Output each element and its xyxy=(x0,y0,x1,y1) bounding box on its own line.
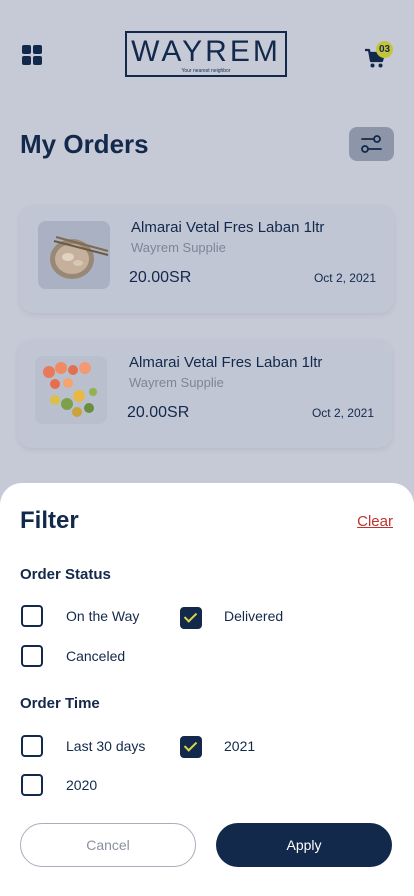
order-status-title: Order Status xyxy=(20,566,111,583)
option-label: Last 30 days xyxy=(66,738,146,754)
logo-tagline: Your nearest neighbor xyxy=(181,68,231,74)
checkbox-checked[interactable] xyxy=(180,607,202,629)
orders-screen: WAYREM Your nearest neighbor 03 My Order… xyxy=(0,0,414,896)
item-name: Almarai Vetal Fres Laban 1ltr xyxy=(131,219,325,236)
order-date: Oct 2, 2021 xyxy=(313,271,376,285)
checkbox[interactable] xyxy=(21,735,43,757)
product-image xyxy=(38,221,110,289)
apply-button[interactable]: Apply xyxy=(216,823,392,867)
checkbox-checked[interactable] xyxy=(180,736,202,758)
item-supplier: Wayrem Supplie xyxy=(129,375,224,390)
order-card[interactable]: Almarai Vetal Fres Laban 1ltr Wayrem Sup… xyxy=(18,340,392,448)
cart-count-badge: 03 xyxy=(376,41,393,58)
order-time-title: Order Time xyxy=(20,695,100,712)
checkbox[interactable] xyxy=(21,774,43,796)
page-title: My Orders xyxy=(20,129,149,159)
checkbox-check-icon xyxy=(183,609,198,623)
filter-title: Filter xyxy=(20,507,79,534)
order-card[interactable]: Almarai Vetal Fres Laban 1ltr Wayrem Sup… xyxy=(20,205,394,313)
checkbox-check-icon xyxy=(183,738,198,752)
option-label: 2020 xyxy=(66,777,98,793)
grid-menu-icon[interactable] xyxy=(22,45,42,65)
option-label: 2021 xyxy=(224,738,256,754)
option-label: Delivered xyxy=(224,608,284,624)
option-label: Canceled xyxy=(66,648,126,664)
filter-button[interactable] xyxy=(349,127,394,161)
order-date: Oct 2, 2021 xyxy=(311,406,374,420)
option-label: On the Way xyxy=(66,608,140,624)
item-price: 20.00SR xyxy=(129,269,192,286)
checkbox[interactable] xyxy=(21,605,43,627)
cancel-button[interactable]: Cancel xyxy=(20,823,196,867)
checkbox[interactable] xyxy=(21,645,43,667)
clear-link[interactable]: Clear xyxy=(357,513,393,531)
item-supplier: Wayrem Supplie xyxy=(131,240,226,255)
item-name: Almarai Vetal Fres Laban 1ltr xyxy=(129,354,323,371)
filter-sheet: Filter Clear Order Status On the Way Del… xyxy=(0,483,414,896)
product-image xyxy=(35,356,107,424)
filter-sliders-icon xyxy=(361,135,382,153)
item-price: 20.00SR xyxy=(127,404,190,421)
logo-word: WAYREM xyxy=(131,35,281,68)
wayrem-logo: WAYREM Your nearest neighbor xyxy=(125,31,287,77)
